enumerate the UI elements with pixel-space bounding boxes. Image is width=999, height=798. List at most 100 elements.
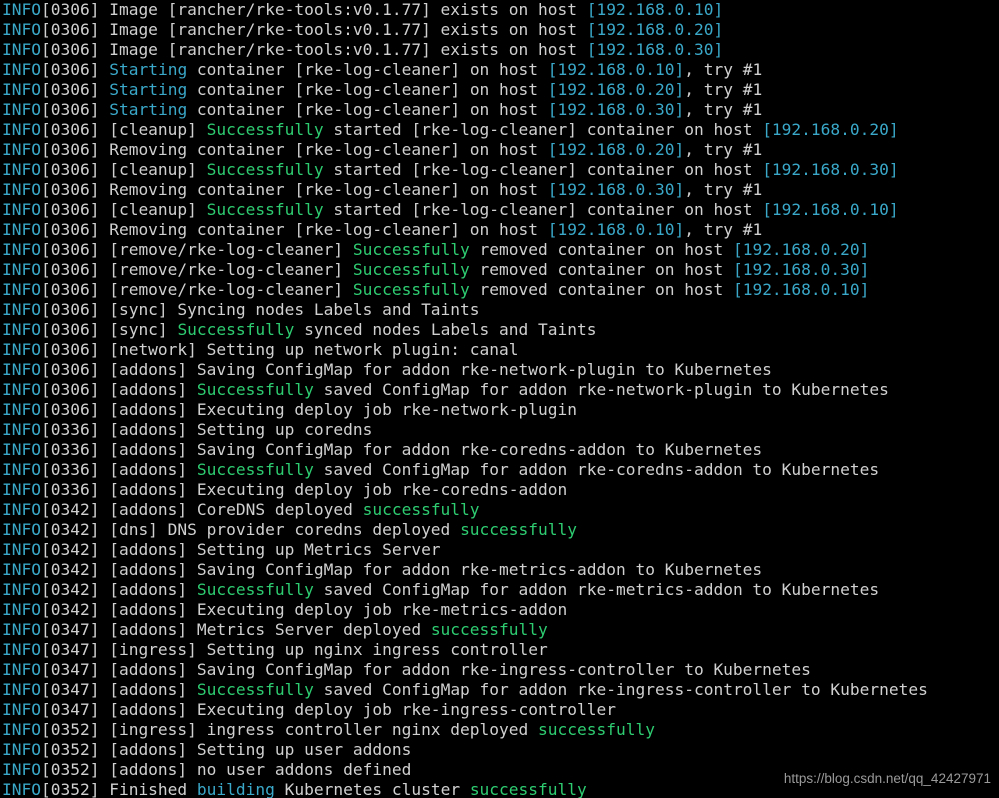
- log-info-text: INFO: [2, 780, 41, 798]
- log-starting-text: Starting: [109, 100, 188, 119]
- log-starting-text: Starting: [109, 60, 188, 79]
- log-success-text: Successfully: [352, 280, 470, 299]
- log-line: INFO[0306] Image [rancher/rke-tools:v0.1…: [2, 40, 999, 60]
- log-line: INFO[0347] [addons] Saving ConfigMap for…: [2, 660, 999, 680]
- log-text: , try #1: [684, 80, 763, 99]
- log-info-text: INFO: [2, 0, 41, 19]
- log-line: INFO[0306] [sync] Syncing nodes Labels a…: [2, 300, 999, 320]
- log-line: INFO[0306] Removing container [rke-log-c…: [2, 220, 999, 240]
- log-success-text: successfully: [538, 720, 655, 739]
- log-info-text: INFO: [2, 380, 41, 399]
- log-success-text: successfully: [362, 500, 480, 519]
- log-text: removed container on host: [469, 240, 733, 259]
- log-text: [0352] [ingress] ingress controller ngin…: [40, 720, 539, 739]
- log-info-text: INFO: [2, 240, 41, 259]
- log-building-text: building: [196, 780, 275, 798]
- log-text: [0352] Finished: [40, 780, 197, 798]
- log-line: INFO[0306] [sync] Successfully synced no…: [2, 320, 999, 340]
- log-info-text: INFO: [2, 260, 41, 279]
- log-text: [0342] [addons] Saving ConfigMap for add…: [40, 560, 763, 579]
- log-ip-text: [192.168.0.20]: [586, 20, 724, 39]
- log-text: [0352] [addons] Setting up user addons: [40, 740, 412, 759]
- log-info-text: INFO: [2, 20, 41, 39]
- log-info-text: INFO: [2, 420, 41, 439]
- log-info-text: INFO: [2, 460, 41, 479]
- log-success-text: Successfully: [206, 160, 324, 179]
- log-info-text: INFO: [2, 80, 41, 99]
- log-text: [0306]: [40, 60, 110, 79]
- log-line: INFO[0347] [addons] Metrics Server deplo…: [2, 620, 999, 640]
- log-line: INFO[0336] [addons] Successfully saved C…: [2, 460, 999, 480]
- log-line: INFO[0306] [addons] Executing deploy job…: [2, 400, 999, 420]
- log-success-text: Successfully: [206, 200, 324, 219]
- log-info-text: INFO: [2, 760, 41, 779]
- log-info-text: INFO: [2, 560, 41, 579]
- log-success-text: successfully: [430, 620, 548, 639]
- log-line: INFO[0352] [addons] Setting up user addo…: [2, 740, 999, 760]
- log-text: [0306]: [40, 100, 110, 119]
- log-info-text: INFO: [2, 300, 41, 319]
- log-info-text: INFO: [2, 200, 41, 219]
- log-text: [0306] Removing container [rke-log-clean…: [40, 220, 548, 239]
- log-line: INFO[0306] [remove/rke-log-cleaner] Succ…: [2, 240, 999, 260]
- log-success-text: Successfully: [196, 680, 314, 699]
- log-line: INFO[0306] [cleanup] Successfully starte…: [2, 160, 999, 180]
- log-info-text: INFO: [2, 400, 41, 419]
- log-text: [0306] [cleanup]: [40, 120, 207, 139]
- log-line: INFO[0306] Starting container [rke-log-c…: [2, 80, 999, 100]
- log-ip-text: [192.168.0.20]: [762, 120, 899, 139]
- log-text: , try #1: [684, 140, 763, 159]
- log-text: [0336] [addons] Saving ConfigMap for add…: [40, 440, 763, 459]
- log-info-text: INFO: [2, 600, 41, 619]
- log-text: [0347] [addons] Executing deploy job rke…: [40, 700, 616, 719]
- log-line: INFO[0306] [cleanup] Successfully starte…: [2, 200, 999, 220]
- log-ip-text: [192.168.0.10]: [762, 200, 899, 219]
- log-info-text: INFO: [2, 720, 41, 739]
- log-line: INFO[0336] [addons] Setting up coredns: [2, 420, 999, 440]
- log-text: container [rke-log-cleaner] on host: [187, 80, 548, 99]
- log-info-text: INFO: [2, 180, 41, 199]
- log-text: saved ConfigMap for addon rke-ingress-co…: [313, 680, 928, 699]
- log-success-text: Successfully: [196, 580, 314, 599]
- log-info-text: INFO: [2, 100, 41, 119]
- log-text: container [rke-log-cleaner] on host: [187, 100, 548, 119]
- log-text: [0306] [remove/rke-log-cleaner]: [40, 280, 353, 299]
- terminal-output[interactable]: INFO[0306] Image [rancher/rke-tools:v0.1…: [0, 0, 999, 798]
- log-text: [0342] [addons]: [40, 580, 197, 599]
- log-text: started [rke-log-cleaner] container on h…: [323, 120, 763, 139]
- log-info-text: INFO: [2, 280, 41, 299]
- log-info-text: INFO: [2, 320, 41, 339]
- log-text: [0306] [cleanup]: [40, 200, 207, 219]
- log-line: INFO[0336] [addons] Saving ConfigMap for…: [2, 440, 999, 460]
- log-info-text: INFO: [2, 540, 41, 559]
- log-ip-text: [192.168.0.20]: [732, 240, 870, 259]
- log-text: removed container on host: [469, 280, 733, 299]
- log-info-text: INFO: [2, 500, 41, 519]
- log-line: INFO[0352] [ingress] ingress controller …: [2, 720, 999, 740]
- log-line: INFO[0306] [network] Setting up network …: [2, 340, 999, 360]
- log-text: [0342] [addons] Executing deploy job rke…: [40, 600, 568, 619]
- log-text: [0306] [network] Setting up network plug…: [40, 340, 519, 359]
- log-text: , try #1: [684, 180, 763, 199]
- log-line: INFO[0306] [remove/rke-log-cleaner] Succ…: [2, 280, 999, 300]
- log-line: INFO[0342] [addons] CoreDNS deployed suc…: [2, 500, 999, 520]
- log-text: [0347] [ingress] Setting up nginx ingres…: [40, 640, 548, 659]
- log-text: [0347] [addons]: [40, 680, 197, 699]
- log-line: INFO[0306] [remove/rke-log-cleaner] Succ…: [2, 260, 999, 280]
- log-line: INFO[0342] [addons] Executing deploy job…: [2, 600, 999, 620]
- log-ip-text: [192.168.0.30]: [547, 180, 685, 199]
- log-ip-text: [192.168.0.10]: [586, 0, 724, 19]
- log-line: INFO[0306] Starting container [rke-log-c…: [2, 100, 999, 120]
- log-ip-text: [192.168.0.30]: [547, 100, 685, 119]
- log-text: Kubernetes cluster: [274, 780, 470, 798]
- log-text: [0342] [dns] DNS provider coredns deploy…: [40, 520, 461, 539]
- log-info-text: INFO: [2, 40, 41, 59]
- log-line: INFO[0306] Removing container [rke-log-c…: [2, 140, 999, 160]
- log-success-text: Successfully: [196, 460, 314, 479]
- log-line: INFO[0336] [addons] Executing deploy job…: [2, 480, 999, 500]
- log-text: [0306]: [40, 80, 110, 99]
- log-info-text: INFO: [2, 220, 41, 239]
- log-text: [0306] [remove/rke-log-cleaner]: [40, 260, 353, 279]
- log-info-text: INFO: [2, 740, 41, 759]
- watermark: https://blog.csdn.net/qq_42427971: [783, 771, 991, 786]
